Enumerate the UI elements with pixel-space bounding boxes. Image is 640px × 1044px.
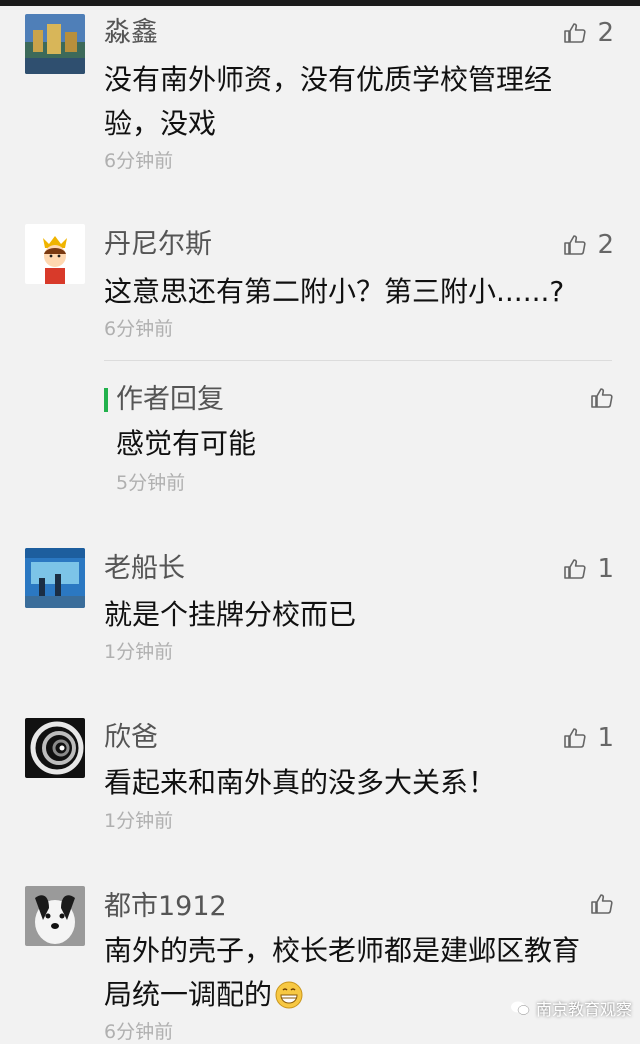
comment-time: 1分钟前	[104, 810, 174, 832]
commenter-name[interactable]: 丹尼尔斯	[104, 228, 212, 262]
commenter-name[interactable]: 都市1912	[104, 890, 227, 924]
watermark: 南京教育观察	[510, 996, 632, 1020]
reply-accent-bar	[104, 388, 108, 412]
author-reply-text: 感觉有可能	[116, 427, 257, 460]
like-count: 2	[597, 18, 614, 48]
author-reply-label: 作者回复	[116, 384, 224, 415]
cartoon-prince-avatar-icon[interactable]	[25, 224, 85, 284]
landscape-avatar-icon[interactable]	[25, 14, 85, 74]
comment-text: 看起来和南外真的没多大关系！	[104, 766, 497, 799]
status-bar-strip	[0, 0, 640, 6]
comment-time: 6分钟前	[104, 150, 174, 172]
like-count: 1	[597, 554, 614, 584]
reply-divider	[104, 360, 612, 361]
watermark-text: 南京教育观察	[535, 1000, 632, 1019]
wechat-logo-icon	[510, 1001, 530, 1015]
thumbs-up-icon	[564, 559, 587, 579]
like-button[interactable]: 1	[563, 554, 614, 584]
comment-text: 就是个挂牌分校而已	[104, 598, 357, 631]
comment-time: 6分钟前	[104, 318, 174, 340]
grinning-emoji-icon	[274, 979, 304, 1023]
comment-time: 6分钟前	[104, 1021, 174, 1043]
like-button[interactable]: 2	[563, 18, 614, 48]
thumbs-up-icon	[591, 388, 613, 408]
like-button[interactable]	[590, 892, 614, 916]
comment-text: 没有南外师资，没有优质学校管理经验，没戏	[104, 63, 553, 140]
dog-avatar-icon[interactable]	[25, 886, 85, 946]
like-button[interactable]: 2	[563, 230, 614, 260]
reply-like-button[interactable]	[590, 386, 614, 410]
spiral-staircase-avatar-icon[interactable]	[25, 718, 85, 778]
comment-time: 1分钟前	[104, 641, 174, 663]
comment-text: 这意思还有第二附小？第三附小......?	[104, 275, 565, 308]
commenter-name[interactable]: 欣爸	[104, 721, 158, 755]
commenter-name[interactable]: 老船长	[104, 552, 185, 586]
commenter-name[interactable]: 淼鑫	[104, 16, 158, 50]
thumbs-up-icon	[564, 728, 587, 748]
thumbs-up-icon	[591, 894, 613, 914]
like-count: 1	[597, 723, 614, 753]
thumbs-up-icon	[564, 23, 587, 43]
scene-avatar-icon[interactable]	[25, 548, 85, 608]
like-button[interactable]: 1	[563, 723, 614, 753]
like-count: 2	[597, 230, 614, 260]
author-reply-time: 5分钟前	[116, 472, 186, 494]
thumbs-up-icon	[564, 235, 587, 255]
comment-text-body: 南外的壳子，校长老师都是建邺区教育局统一调配的	[104, 934, 581, 1011]
